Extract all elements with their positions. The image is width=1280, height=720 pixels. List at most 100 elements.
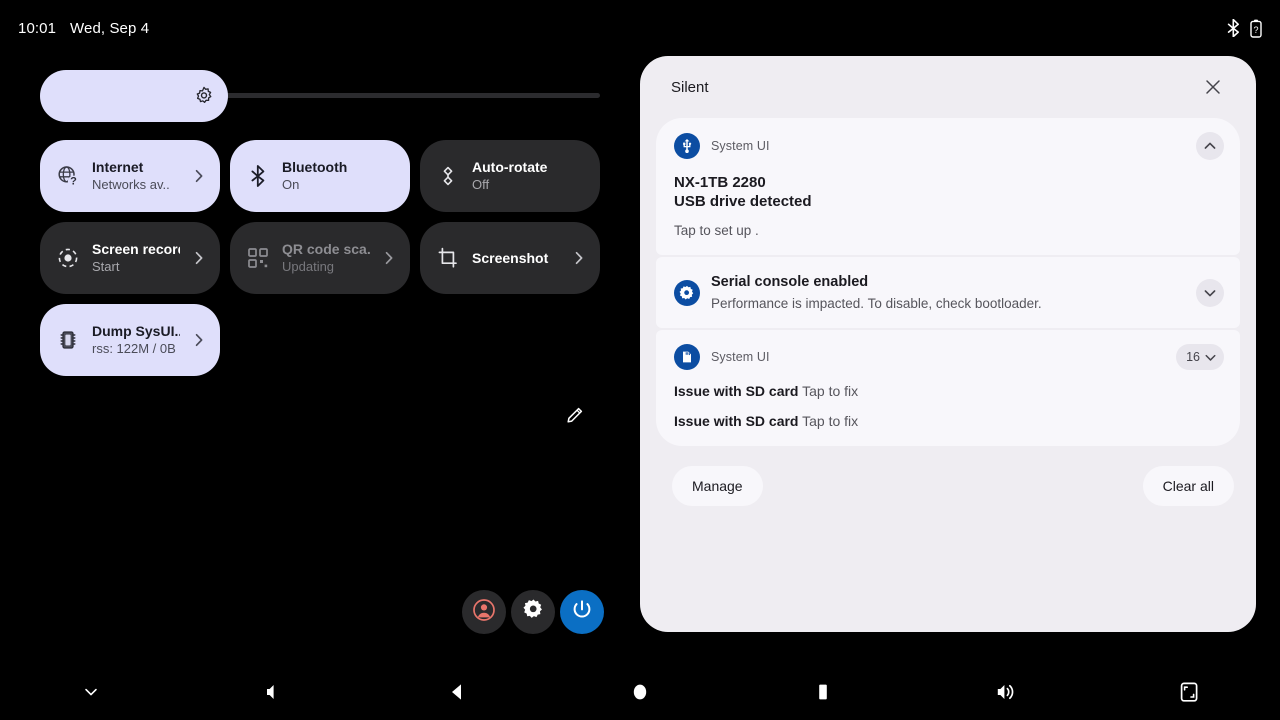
notification-line-title: Issue with SD card xyxy=(674,383,798,399)
svg-text:?: ? xyxy=(1253,25,1258,35)
notification-title-line2: USB drive detected xyxy=(674,192,1224,211)
sd-card-icon xyxy=(674,344,700,370)
notification-line: Issue with SD card Tap to fix xyxy=(674,382,1224,400)
tile-screenshot[interactable]: Screenshot xyxy=(420,222,600,294)
tile-qr-code-scanner-state: Updating xyxy=(282,259,370,275)
notification-line-action: Tap to fix xyxy=(802,383,858,399)
gear-icon xyxy=(522,598,545,626)
brightness-slider[interactable] xyxy=(40,70,600,122)
tile-qr-code-scanner-label: QR code sca.. xyxy=(282,241,370,258)
status-bar-right: ? xyxy=(1227,19,1262,38)
notification-shade: Silent xyxy=(640,56,1256,632)
notification-shade-actions: Manage Clear all xyxy=(640,446,1256,506)
notification-usb-drive[interactable]: System UI NX-1TB 2280 USB drive detected… xyxy=(656,118,1240,255)
settings-button[interactable] xyxy=(511,590,555,634)
notification-line-action: Tap to fix xyxy=(802,413,858,429)
tile-screenshot-label: Screenshot xyxy=(472,248,560,268)
usb-icon xyxy=(674,133,700,159)
notification-header: System UI 16 xyxy=(674,344,1224,370)
screenshot-icon xyxy=(436,246,460,270)
chevron-right-icon xyxy=(192,169,206,183)
tile-screen-record[interactable]: Screen record Start xyxy=(40,222,220,294)
volume-down-icon xyxy=(263,681,285,703)
home-circle-icon xyxy=(629,681,651,703)
tile-dump-sysui-state: rss: 122M / 0B xyxy=(92,341,180,357)
notification-app-name: System UI xyxy=(711,139,770,153)
globe-question-icon: ? xyxy=(56,164,80,188)
power-icon xyxy=(571,599,593,626)
chevron-right-icon xyxy=(572,251,586,265)
gear-icon xyxy=(674,280,700,306)
clear-all-button[interactable]: Clear all xyxy=(1143,466,1234,506)
tile-auto-rotate-state: Off xyxy=(472,177,586,193)
tile-dump-sysui-label: Dump SysUI.. xyxy=(92,323,180,340)
bluetooth-icon xyxy=(246,164,270,188)
tile-bluetooth[interactable]: Bluetooth On xyxy=(230,140,410,212)
quick-settings-panel: ? Internet Networks av.. xyxy=(40,70,600,376)
notification-app-name: System UI xyxy=(711,350,770,364)
quick-settings-tile-grid: ? Internet Networks av.. xyxy=(40,140,600,376)
expand-notification-button[interactable] xyxy=(1196,279,1224,307)
navigation-bar xyxy=(0,664,1280,720)
recents-button[interactable] xyxy=(731,664,914,720)
home-button[interactable] xyxy=(549,664,732,720)
notification-header: System UI xyxy=(674,132,1224,160)
notification-line: Issue with SD card Tap to fix xyxy=(674,412,1224,430)
back-button[interactable] xyxy=(366,664,549,720)
notification-serial-console[interactable]: Serial console enabled Performance is im… xyxy=(656,257,1240,328)
account-circle-icon xyxy=(472,598,496,627)
edit-tiles-button[interactable] xyxy=(562,404,588,430)
power-button[interactable] xyxy=(560,590,604,634)
tile-bluetooth-state: On xyxy=(282,177,396,193)
back-triangle-icon xyxy=(446,681,468,703)
tile-screen-record-label: Screen record xyxy=(92,241,180,258)
android-quick-settings-screen: 10:01 Wed, Sep 4 ? xyxy=(0,0,1280,720)
brightness-icon xyxy=(194,86,214,106)
quick-settings-footer xyxy=(462,590,604,634)
notification-list: System UI NX-1TB 2280 USB drive detected… xyxy=(656,118,1240,446)
battery-unknown-icon: ? xyxy=(1250,19,1262,38)
tile-internet-state: Networks av.. xyxy=(92,177,180,193)
chevron-right-icon xyxy=(192,333,206,347)
tile-screen-record-state: Start xyxy=(92,259,180,275)
tile-auto-rotate[interactable]: Auto-rotate Off xyxy=(420,140,600,212)
tile-bluetooth-label: Bluetooth xyxy=(282,159,396,176)
screenshot-frame-icon xyxy=(1177,680,1201,704)
notification-group-sd-card[interactable]: System UI 16 Issue with SD card Tap to f… xyxy=(656,330,1240,446)
auto-rotate-icon xyxy=(436,164,460,188)
notification-line-title: Issue with SD card xyxy=(674,413,798,429)
collapse-shade-button[interactable] xyxy=(0,664,183,720)
collapse-notification-button[interactable] xyxy=(1196,132,1224,160)
close-icon[interactable] xyxy=(1200,74,1226,100)
shade-section-title: Silent xyxy=(671,79,709,96)
tile-dump-sysui[interactable]: Dump SysUI.. rss: 122M / 0B xyxy=(40,304,220,376)
bluetooth-icon xyxy=(1227,19,1240,37)
volume-down-button[interactable] xyxy=(183,664,366,720)
svg-text:?: ? xyxy=(70,176,77,188)
screen-record-icon xyxy=(56,246,80,270)
notification-body: Tap to set up . xyxy=(674,222,1224,239)
recents-square-icon xyxy=(812,681,834,703)
notification-body: Performance is impacted. To disable, che… xyxy=(711,295,1042,312)
user-switcher-button[interactable] xyxy=(462,590,506,634)
chevron-right-icon xyxy=(382,251,396,265)
pencil-icon xyxy=(565,405,585,430)
status-bar: 10:01 Wed, Sep 4 ? xyxy=(0,0,1280,56)
volume-up-icon xyxy=(994,681,1018,703)
status-bar-left: 10:01 Wed, Sep 4 xyxy=(18,20,149,37)
notification-title: NX-1TB 2280 USB drive detected xyxy=(674,173,1224,211)
tile-auto-rotate-label: Auto-rotate xyxy=(472,159,586,176)
qr-code-icon xyxy=(246,246,270,270)
screenshot-frame-button[interactable] xyxy=(1097,664,1280,720)
tile-qr-code-scanner[interactable]: QR code sca.. Updating xyxy=(230,222,410,294)
notification-group-count: 16 xyxy=(1186,350,1200,364)
notification-shade-header: Silent xyxy=(640,56,1256,118)
tile-internet[interactable]: ? Internet Networks av.. xyxy=(40,140,220,212)
memory-chip-icon xyxy=(56,328,80,352)
manage-button[interactable]: Manage xyxy=(672,466,763,506)
notification-group-expand-button[interactable]: 16 xyxy=(1176,344,1224,370)
notification-title: Serial console enabled xyxy=(711,273,1042,291)
volume-up-button[interactable] xyxy=(914,664,1097,720)
chevron-right-icon xyxy=(192,251,206,265)
brightness-fill xyxy=(40,70,228,122)
